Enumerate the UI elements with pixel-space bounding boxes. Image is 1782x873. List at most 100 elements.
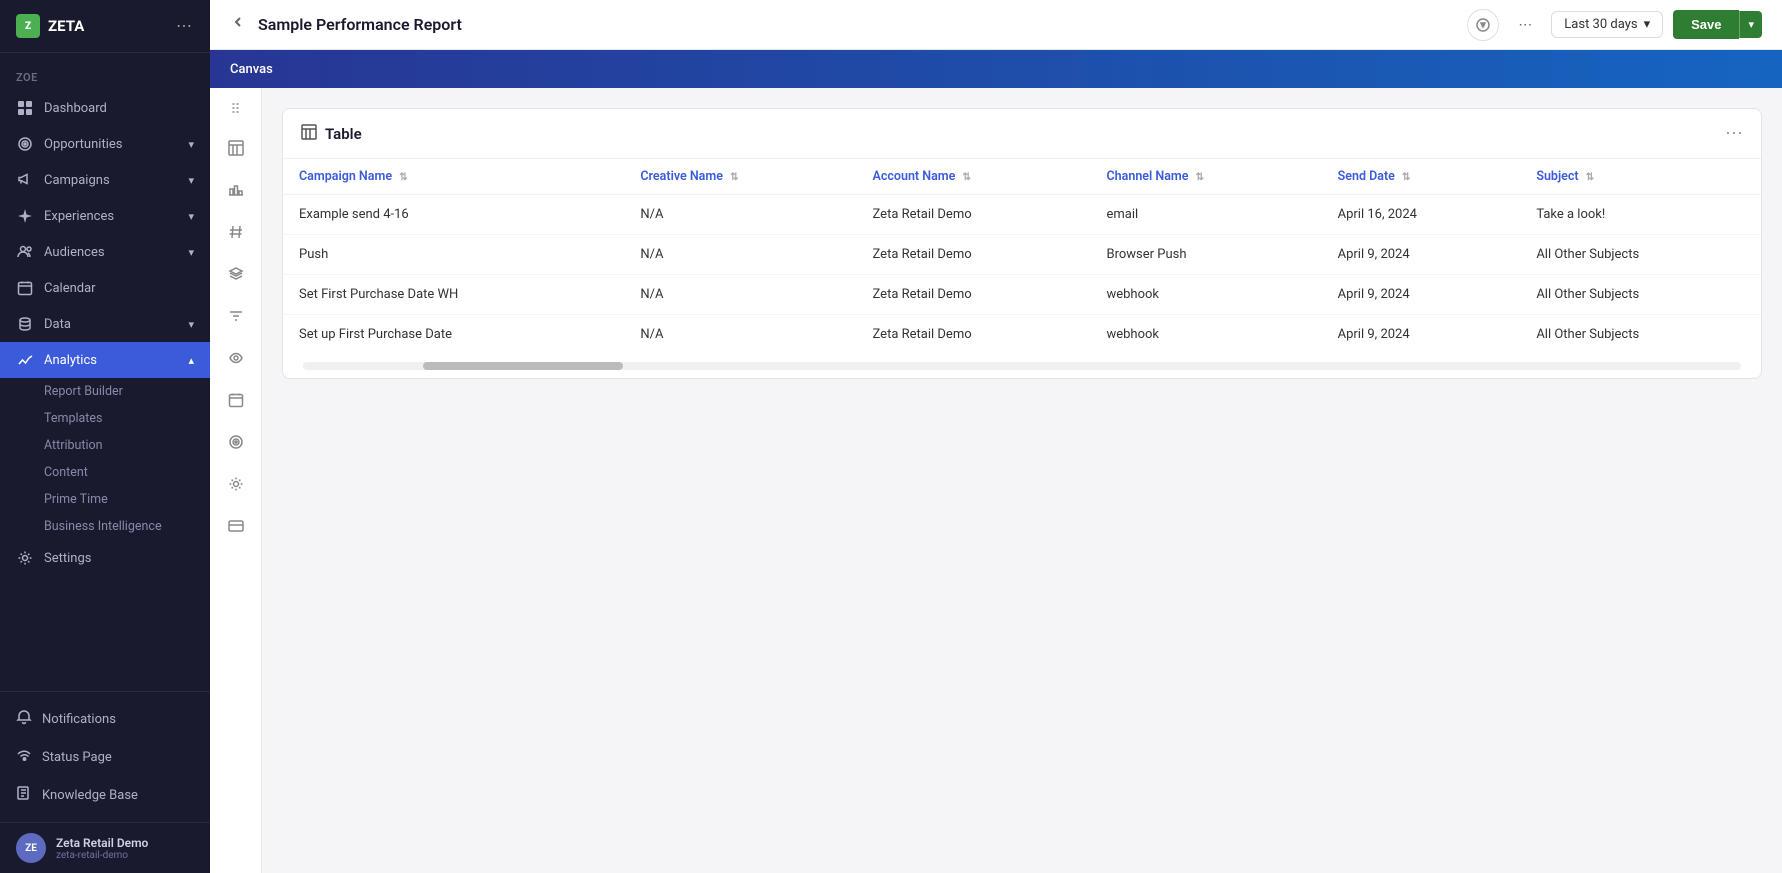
sidebar-item-label: Opportunities <box>44 137 122 152</box>
bell-icon <box>16 709 32 729</box>
sidebar-item-templates[interactable]: Templates <box>44 405 210 432</box>
wifi-icon <box>16 747 32 767</box>
drag-handle-icon: ⠿ <box>230 102 240 118</box>
widget-toolbar: ⠿ <box>210 88 262 873</box>
table-cell: All Other Subjects <box>1520 235 1761 275</box>
filter-widget-button[interactable] <box>218 298 254 334</box>
sidebar-item-report-builder[interactable]: Report Builder <box>44 378 210 405</box>
table-widget-button[interactable] <box>218 130 254 166</box>
sidebar-more-button[interactable]: ⋯ <box>174 14 194 38</box>
canvas-label: Canvas <box>230 62 273 77</box>
table-cell: Push <box>283 235 624 275</box>
sidebar-item-attribution[interactable]: Attribution <box>44 432 210 459</box>
sparkle-icon <box>16 207 34 225</box>
table-cell: April 9, 2024 <box>1322 235 1521 275</box>
sidebar-item-label: Dashboard <box>44 101 107 116</box>
canvas-bar: Canvas <box>210 50 1782 88</box>
bar-chart-widget-button[interactable] <box>218 172 254 208</box>
col-account-name[interactable]: Account Name ⇅ <box>857 159 1091 195</box>
table-widget-header: Table ⋯ <box>283 109 1761 159</box>
table-cell: All Other Subjects <box>1520 315 1761 355</box>
col-campaign-name[interactable]: Campaign Name ⇅ <box>283 159 624 195</box>
layers-widget-button[interactable] <box>218 256 254 292</box>
sidebar-item-label: Data <box>44 317 71 332</box>
sidebar-item-status-page[interactable]: Status Page <box>0 738 210 776</box>
card-widget-button[interactable] <box>218 508 254 544</box>
table-cell: N/A <box>624 235 856 275</box>
horizontal-scrollbar[interactable] <box>303 362 1741 370</box>
calendar-widget-button[interactable] <box>218 382 254 418</box>
col-subject[interactable]: Subject ⇅ <box>1520 159 1761 195</box>
hash-widget-button[interactable] <box>218 214 254 250</box>
more-options-button[interactable]: ⋯ <box>1509 9 1541 41</box>
col-send-date[interactable]: Send Date ⇅ <box>1322 159 1521 195</box>
header-actions: ⋯ Last 30 days ▾ Save ▾ <box>1467 9 1762 41</box>
user-section[interactable]: ZE Zeta Retail Demo zeta-retail-demo <box>0 822 210 873</box>
sidebar-item-label: Audiences <box>44 245 105 260</box>
table-cell: Take a look! <box>1520 195 1761 235</box>
sidebar-item-knowledge-base[interactable]: Knowledge Base <box>0 776 210 814</box>
page-title: Sample Performance Report <box>258 15 1455 34</box>
grid-icon <box>16 99 34 117</box>
sidebar-item-prime-time[interactable]: Prime Time <box>44 486 210 513</box>
table-widget-title: Table <box>301 124 362 144</box>
table-body: Example send 4-16N/AZeta Retail Demoemai… <box>283 195 1761 355</box>
table-row: Example send 4-16N/AZeta Retail Demoemai… <box>283 195 1761 235</box>
sidebar-item-opportunities[interactable]: Opportunities ▾ <box>0 126 210 162</box>
page-header: Sample Performance Report ⋯ Last 30 days… <box>210 0 1782 50</box>
compass-button[interactable] <box>1467 9 1499 41</box>
save-dropdown-button[interactable]: ▾ <box>1739 11 1762 38</box>
sidebar-item-settings[interactable]: Settings <box>0 540 210 576</box>
sidebar-item-dashboard[interactable]: Dashboard <box>0 90 210 126</box>
table-cell: N/A <box>624 275 856 315</box>
col-creative-name[interactable]: Creative Name ⇅ <box>624 159 856 195</box>
table-cell: Set First Purchase Date WH <box>283 275 624 315</box>
sidebar-item-calendar[interactable]: Calendar <box>0 270 210 306</box>
sidebar-item-business-intelligence[interactable]: Business Intelligence <box>44 513 210 540</box>
table-cell: N/A <box>624 315 856 355</box>
sidebar-bottom: Notifications Status Page Knowledge Base <box>0 691 210 822</box>
sidebar-header: Z ZETA ⋯ <box>0 0 210 53</box>
user-name: Zeta Retail Demo <box>56 836 148 850</box>
sidebar-item-content[interactable]: Content <box>44 459 210 486</box>
report-canvas: Table ⋯ Campaign Name ⇅ Creative Name <box>262 88 1782 873</box>
user-sub: zeta-retail-demo <box>56 850 148 861</box>
settings-icon <box>16 549 34 567</box>
sidebar-nav: Dashboard Opportunities ▾ Campaigns ▾ Ex… <box>0 90 210 576</box>
calendar-icon <box>16 279 34 297</box>
col-channel-name[interactable]: Channel Name ⇅ <box>1090 159 1321 195</box>
table-cell: April 9, 2024 <box>1322 315 1521 355</box>
table-cell: All Other Subjects <box>1520 275 1761 315</box>
sidebar-item-label: Notifications <box>42 712 116 727</box>
sidebar-item-audiences[interactable]: Audiences ▾ <box>0 234 210 270</box>
eye-widget-button[interactable] <box>218 340 254 376</box>
table-more-button[interactable]: ⋯ <box>1725 123 1743 144</box>
sidebar-item-analytics[interactable]: Analytics ▴ <box>0 342 210 378</box>
chevron-icon: ▾ <box>188 174 194 187</box>
scrollbar-thumb[interactable] <box>423 362 623 370</box>
logo-icon: Z <box>16 14 40 38</box>
date-range-dropdown[interactable]: Last 30 days ▾ <box>1551 11 1663 38</box>
table-row: PushN/AZeta Retail DemoBrowser PushApril… <box>283 235 1761 275</box>
sidebar-item-label: Campaigns <box>44 173 110 188</box>
logo-text: ZETA <box>48 17 84 35</box>
save-button[interactable]: Save <box>1673 10 1739 39</box>
content-area: ⠿ <box>210 88 1782 873</box>
table-row: Set First Purchase Date WHN/AZeta Retail… <box>283 275 1761 315</box>
sidebar-item-experiences[interactable]: Experiences ▾ <box>0 198 210 234</box>
app-logo: Z ZETA <box>16 14 84 38</box>
sidebar-item-notifications[interactable]: Notifications <box>0 700 210 738</box>
sort-icon: ⇅ <box>399 172 407 183</box>
config-widget-button[interactable] <box>218 466 254 502</box>
sidebar-item-campaigns[interactable]: Campaigns ▾ <box>0 162 210 198</box>
sidebar-item-data[interactable]: Data ▾ <box>0 306 210 342</box>
analytics-submenu: Report Builder Templates Attribution Con… <box>0 378 210 540</box>
back-button[interactable] <box>230 14 246 35</box>
chevron-down-icon: ▾ <box>1644 17 1651 32</box>
chart-icon <box>16 351 34 369</box>
table-cell: Zeta Retail Demo <box>857 235 1091 275</box>
sidebar-item-label: Calendar <box>44 281 96 296</box>
goal-widget-button[interactable] <box>218 424 254 460</box>
table-header-row: Campaign Name ⇅ Creative Name ⇅ Account … <box>283 159 1761 195</box>
table-title-icon <box>301 124 317 144</box>
